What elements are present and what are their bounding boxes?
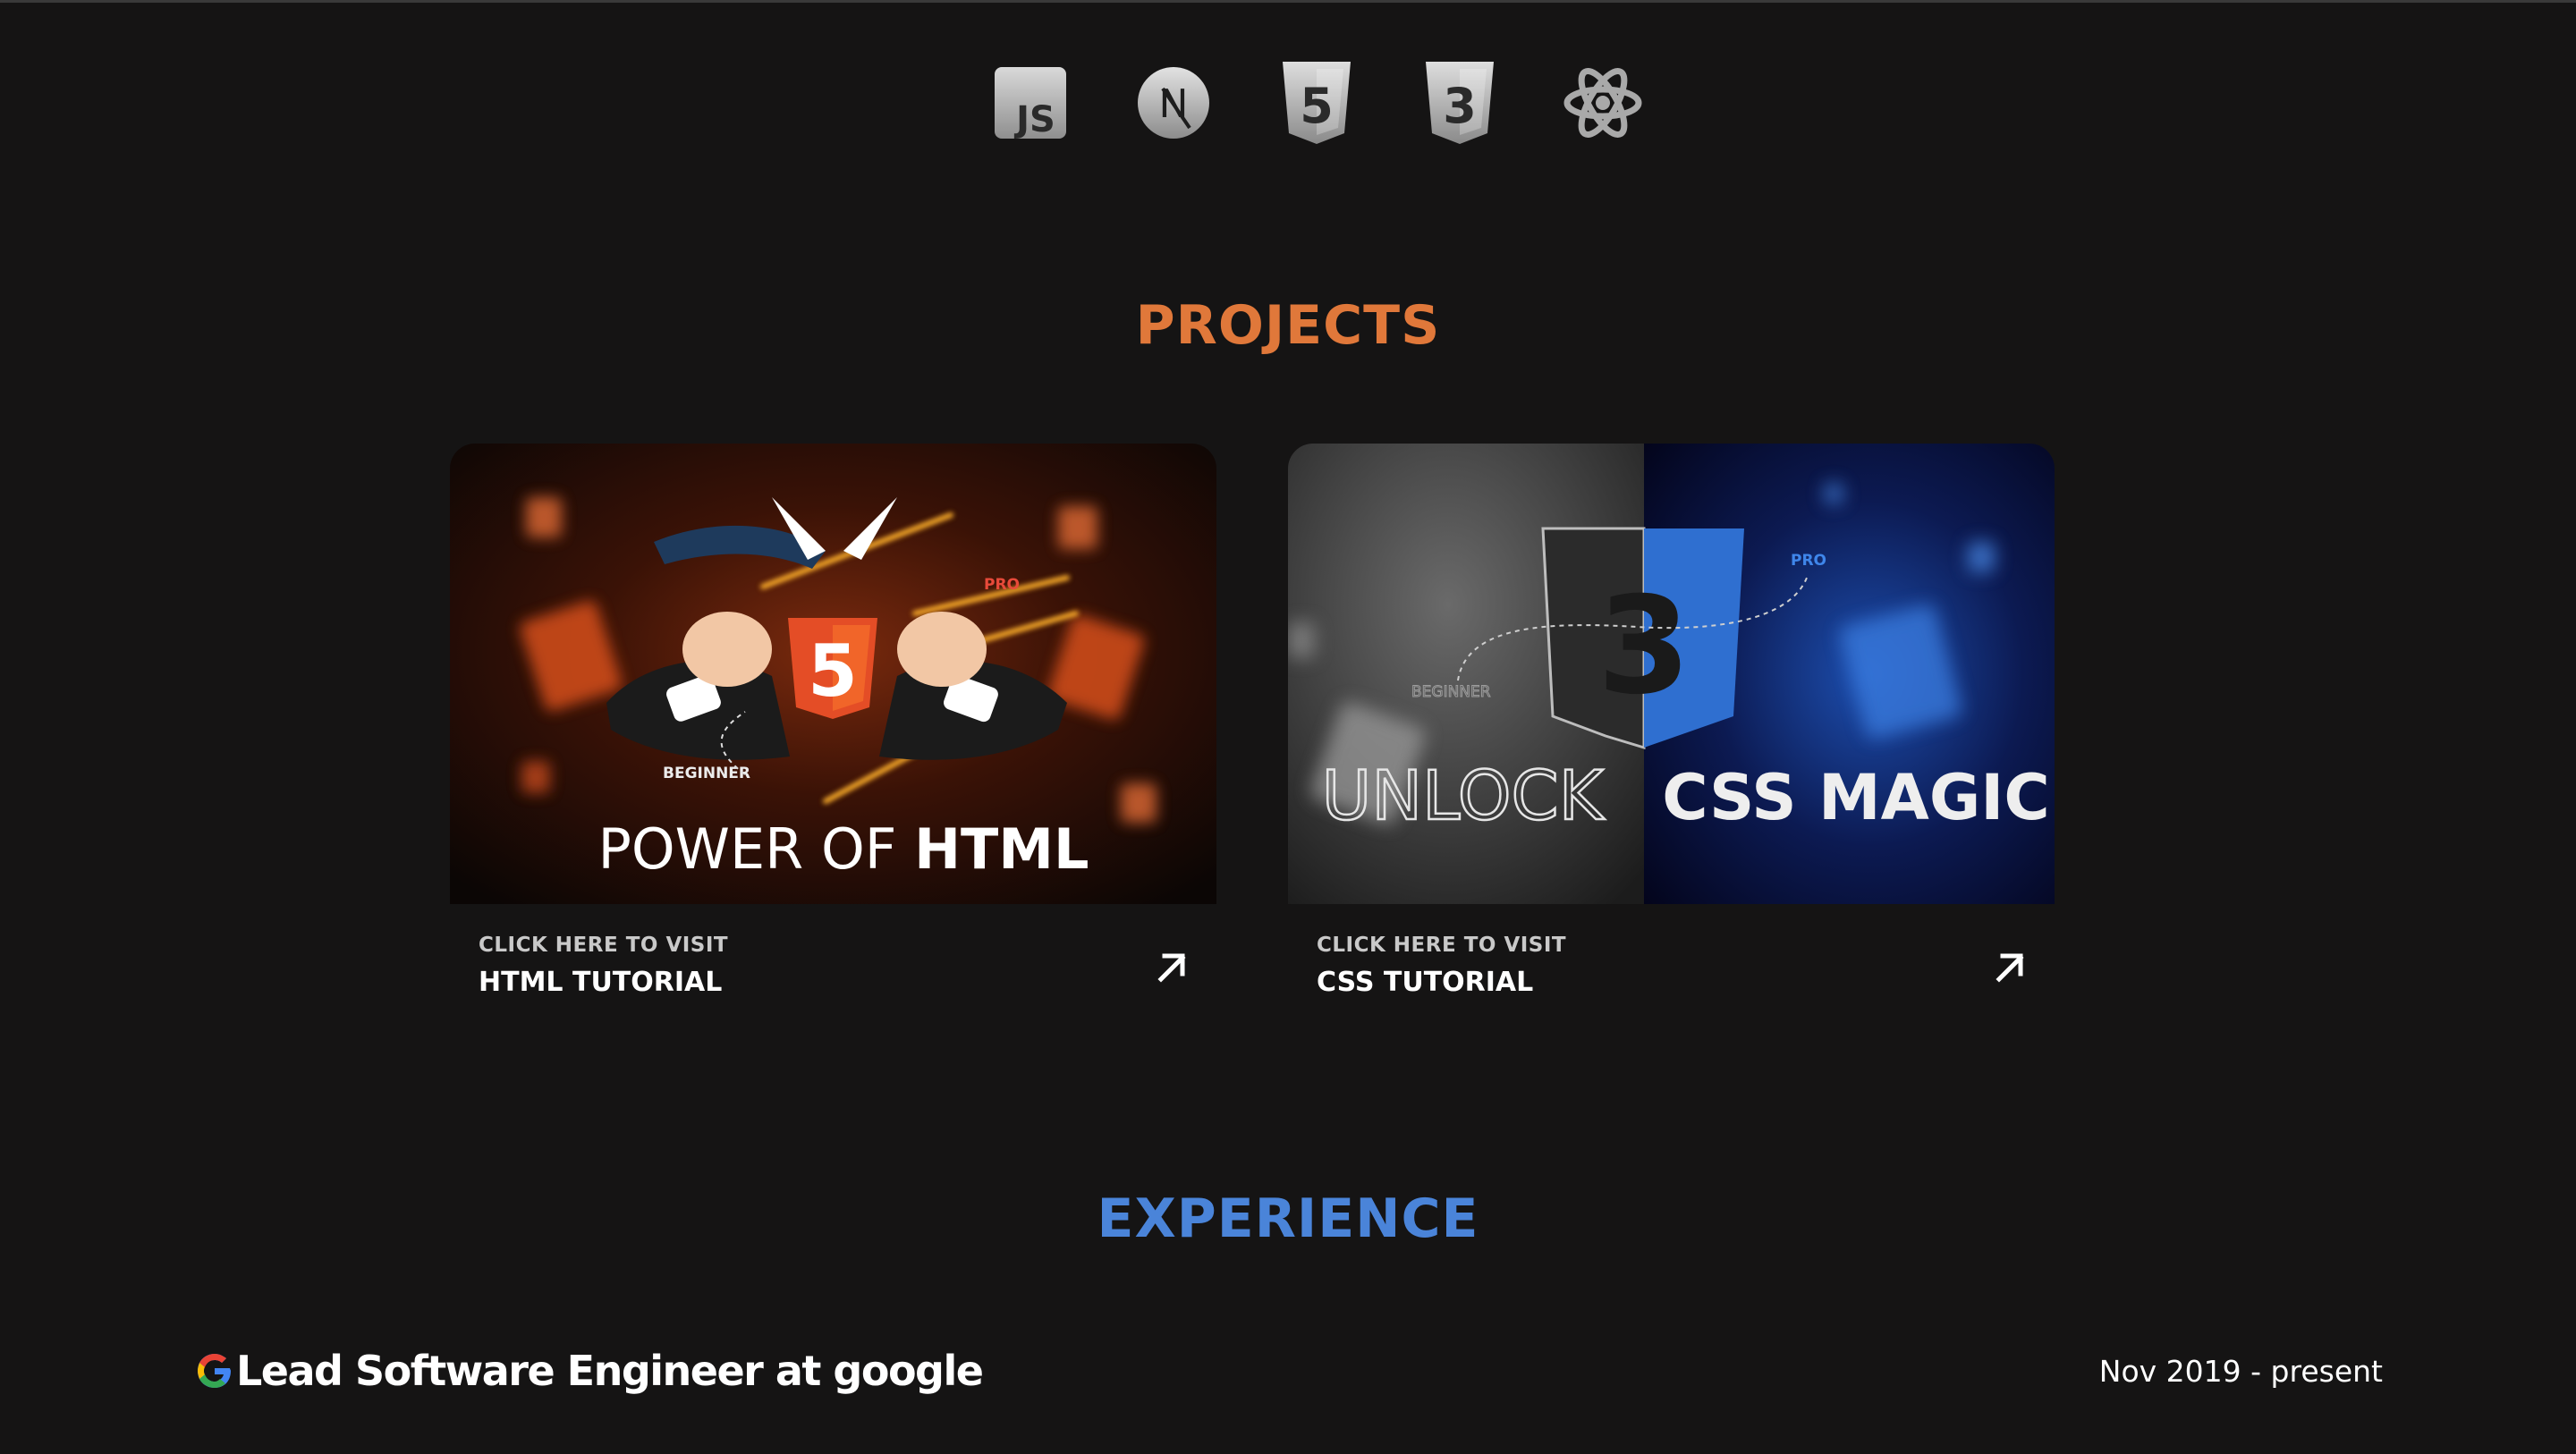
google-logo-icon xyxy=(198,1354,231,1388)
project-card-html[interactable]: 5 PRO BEGINNER POWER OF HTML CLICK HERE … xyxy=(450,444,1216,1011)
svg-text:POWER OF HTML: POWER OF HTML xyxy=(597,816,1089,882)
svg-text:5: 5 xyxy=(1300,78,1334,134)
svg-text:PRO: PRO xyxy=(984,576,1020,594)
javascript-icon: JS xyxy=(959,58,1102,148)
project-card-title[interactable]: CSS TUTORIAL xyxy=(1317,967,1533,998)
nextjs-icon: N xyxy=(1102,58,1245,148)
external-link-arrow-icon[interactable] xyxy=(1992,949,2028,985)
svg-text:CSS MAGIC: CSS MAGIC xyxy=(1662,761,2049,834)
svg-text:JS: JS xyxy=(1013,99,1055,140)
project-card-css[interactable]: 3 PRO BEGINNER UNLOCK CSS MAGIC CLICK HE… xyxy=(1288,444,2055,1011)
experience-role-group: Lead Software Engineer at google xyxy=(195,1347,984,1395)
svg-text:5: 5 xyxy=(808,630,858,713)
react-icon xyxy=(1531,58,1674,148)
project-card-title[interactable]: HTML TUTORIAL xyxy=(479,967,722,998)
project-card-kicker: CLICK HERE TO VISIT xyxy=(479,934,729,957)
experience-heading: EXPERIENCE xyxy=(1097,1188,1479,1250)
experience-item: Lead Software Engineer at google Nov 201… xyxy=(195,1344,2383,1398)
experience-date: Nov 2019 - present xyxy=(2098,1353,2383,1389)
project-card-kicker: CLICK HERE TO VISIT xyxy=(1317,934,1567,957)
project-thumbnail-html[interactable]: 5 PRO BEGINNER POWER OF HTML xyxy=(450,444,1216,904)
project-thumbnail-css[interactable]: 3 PRO BEGINNER UNLOCK CSS MAGIC xyxy=(1288,444,2055,904)
svg-text:3: 3 xyxy=(1597,569,1690,724)
css3-icon: 3 xyxy=(1388,58,1531,148)
external-link-arrow-icon[interactable] xyxy=(1154,949,1190,985)
svg-text:UNLOCK: UNLOCK xyxy=(1322,756,1606,835)
experience-role: Lead Software Engineer at google xyxy=(236,1347,984,1395)
project-cards: 5 PRO BEGINNER POWER OF HTML CLICK HERE … xyxy=(450,444,2055,1011)
project-card-footer[interactable]: CLICK HERE TO VISIT CSS TUTORIAL xyxy=(1288,904,2055,1011)
tech-stack-row: JS N xyxy=(959,58,1674,148)
svg-text:PRO: PRO xyxy=(1791,552,1826,570)
svg-text:BEGINNER: BEGINNER xyxy=(1411,683,1491,701)
svg-text:3: 3 xyxy=(1443,78,1477,134)
projects-heading: PROJECTS xyxy=(1135,294,1441,357)
portfolio-page: JS N xyxy=(0,0,2576,1454)
html5-icon: 5 xyxy=(1245,58,1388,148)
project-card-footer[interactable]: CLICK HERE TO VISIT HTML TUTORIAL xyxy=(450,904,1216,1011)
